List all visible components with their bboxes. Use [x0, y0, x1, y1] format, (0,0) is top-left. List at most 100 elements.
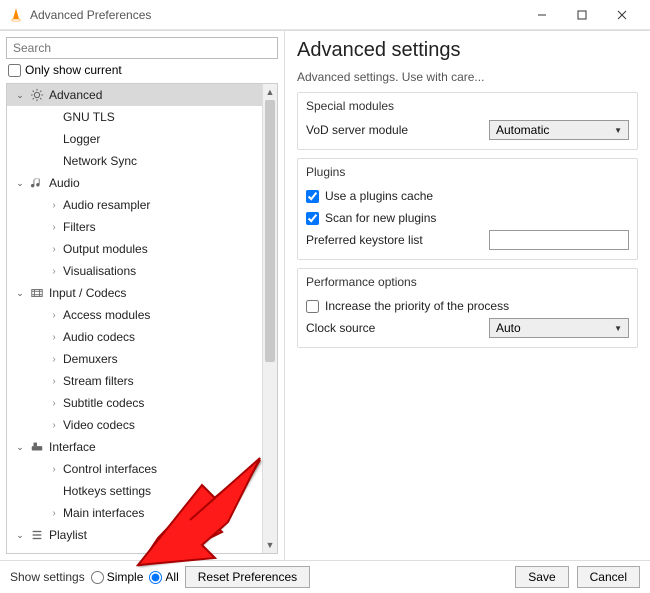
footer: Show settings Simple All Reset Preferenc…: [0, 560, 650, 593]
tree-item-label: Video codecs: [63, 418, 262, 432]
tree-scrollbar[interactable]: ▲ ▼: [262, 84, 277, 553]
search-input[interactable]: [6, 37, 278, 59]
priority-checkbox[interactable]: [306, 300, 319, 313]
app-icon: [8, 7, 24, 23]
chevron-right-icon: ›: [49, 508, 59, 519]
tree-item-interface[interactable]: ⌄ Interface: [7, 436, 262, 458]
clock-label: Clock source: [306, 321, 483, 335]
tree-item-network-sync[interactable]: Network Sync: [7, 150, 262, 172]
scroll-thumb[interactable]: [265, 100, 275, 362]
interface-icon: [29, 439, 45, 455]
clock-select[interactable]: Auto ▼: [489, 318, 629, 338]
vod-select[interactable]: Automatic ▼: [489, 120, 629, 140]
titlebar: Advanced Preferences: [0, 0, 650, 30]
tree-item-video-codecs[interactable]: › Video codecs: [7, 414, 262, 436]
caret-down-icon[interactable]: ⌄: [15, 442, 25, 453]
tree-item-playlist[interactable]: ⌄ Playlist: [7, 524, 262, 546]
scan-new-row[interactable]: Scan for new plugins: [306, 207, 629, 229]
radio-simple-label: Simple: [107, 570, 144, 584]
caret-down-icon[interactable]: ⌄: [15, 288, 25, 299]
caret-down-icon[interactable]: ⌄: [15, 90, 25, 101]
tree-item-label: Advanced: [49, 88, 262, 102]
tree-item-subtitle-codecs[interactable]: ›Subtitle codecs: [7, 392, 262, 414]
tree-item-audio-resampler[interactable]: › Audio resampler: [7, 194, 262, 216]
radio-all-label: All: [165, 570, 178, 584]
chevron-right-icon: ›: [49, 310, 59, 321]
radio-all[interactable]: All: [149, 570, 178, 584]
vod-value: Automatic: [496, 123, 549, 137]
tree-item-visualisations[interactable]: ›Visualisations: [7, 260, 262, 282]
tree-item-input-codecs[interactable]: ⌄ Input / Codecs: [7, 282, 262, 304]
codec-icon: [29, 285, 45, 301]
only-show-current-checkbox[interactable]: Only show current: [8, 63, 278, 77]
tree-item-filters[interactable]: ›Filters: [7, 216, 262, 238]
chevron-right-icon: ›: [49, 420, 59, 431]
caret-down-icon[interactable]: ⌄: [15, 530, 25, 541]
radio-simple-input[interactable]: [91, 571, 104, 584]
tree-item-label: Access modules: [63, 308, 262, 322]
gear-icon: [29, 87, 45, 103]
tree-item-label: Audio codecs: [63, 330, 262, 344]
settings-panel: Advanced settings Advanced settings. Use…: [285, 31, 650, 560]
tree-item-label: Audio: [49, 176, 262, 190]
chevron-right-icon: ›: [49, 332, 59, 343]
scroll-down-icon[interactable]: ▼: [263, 537, 277, 553]
keystore-input[interactable]: [489, 230, 629, 250]
chevron-right-icon: ›: [49, 376, 59, 387]
category-tree[interactable]: ⌄ Advanced GNU TLS Logger Network Sync ⌄ Audio…: [7, 84, 262, 553]
chevron-right-icon: ›: [49, 354, 59, 365]
scroll-track[interactable]: [263, 100, 277, 537]
keystore-label: Preferred keystore list: [306, 233, 483, 247]
tree-item-hotkeys-settings[interactable]: Hotkeys settings: [7, 480, 262, 502]
tree-item-audio[interactable]: ⌄ Audio: [7, 172, 262, 194]
scan-new-label: Scan for new plugins: [325, 211, 629, 225]
only-show-current-input[interactable]: [8, 64, 21, 77]
playlist-icon: [29, 527, 45, 543]
sidebar: Only show current ⌄ Advanced GNU TLS Logger…: [0, 31, 285, 560]
chevron-right-icon: ›: [49, 464, 59, 475]
tree-item-label: Interface: [49, 440, 262, 454]
tree-item-label: Input / Codecs: [49, 286, 262, 300]
tree-item-main-interfaces[interactable]: › Main interfaces: [7, 502, 262, 524]
tree-item-label: GNU TLS: [63, 110, 262, 124]
scan-new-checkbox[interactable]: [306, 212, 319, 225]
audio-icon: [29, 175, 45, 191]
tree-item-demuxers[interactable]: ›Demuxers: [7, 348, 262, 370]
chevron-down-icon: ▼: [614, 126, 622, 135]
close-button[interactable]: [602, 0, 642, 30]
minimize-button[interactable]: [522, 0, 562, 30]
cancel-button[interactable]: Cancel: [577, 566, 640, 588]
tree-item-control-interfaces[interactable]: › Control interfaces: [7, 458, 262, 480]
save-button[interactable]: Save: [515, 566, 568, 588]
use-cache-checkbox[interactable]: [306, 190, 319, 203]
tree-item-label: Output modules: [63, 242, 262, 256]
caret-down-icon[interactable]: ⌄: [15, 178, 25, 189]
priority-row[interactable]: Increase the priority of the process: [306, 295, 629, 317]
tree-item-gnu-tls[interactable]: GNU TLS: [7, 106, 262, 128]
reset-preferences-button[interactable]: Reset Preferences: [185, 566, 310, 588]
radio-simple[interactable]: Simple: [91, 570, 144, 584]
tree-item-label: Audio resampler: [63, 198, 262, 212]
chevron-down-icon: ▼: [614, 324, 622, 333]
tree-item-label: Control interfaces: [63, 462, 262, 476]
tree-item-advanced[interactable]: ⌄ Advanced: [7, 84, 262, 106]
scroll-up-icon[interactable]: ▲: [263, 84, 277, 100]
tree-item-logger[interactable]: Logger: [7, 128, 262, 150]
tree-item-label: Logger: [63, 132, 262, 146]
radio-all-input[interactable]: [149, 571, 162, 584]
tree-item-label: Visualisations: [63, 264, 262, 278]
use-cache-row[interactable]: Use a plugins cache: [306, 185, 629, 207]
search-field[interactable]: [6, 37, 278, 59]
maximize-button[interactable]: [562, 0, 602, 30]
only-show-current-label: Only show current: [25, 63, 122, 77]
tree-item-stream-filters[interactable]: ›Stream filters: [7, 370, 262, 392]
tree-item-label: Main interfaces: [63, 506, 262, 520]
chevron-right-icon: ›: [49, 200, 59, 211]
use-cache-label: Use a plugins cache: [325, 189, 629, 203]
tree-item-label: Playlist: [49, 528, 262, 542]
group-title: Performance options: [306, 275, 629, 289]
tree-item-output-modules[interactable]: ›Output modules: [7, 238, 262, 260]
tree-item-label: Network Sync: [63, 154, 262, 168]
tree-item-audio-codecs[interactable]: › Audio codecs: [7, 326, 262, 348]
tree-item-access-modules[interactable]: › Access modules: [7, 304, 262, 326]
